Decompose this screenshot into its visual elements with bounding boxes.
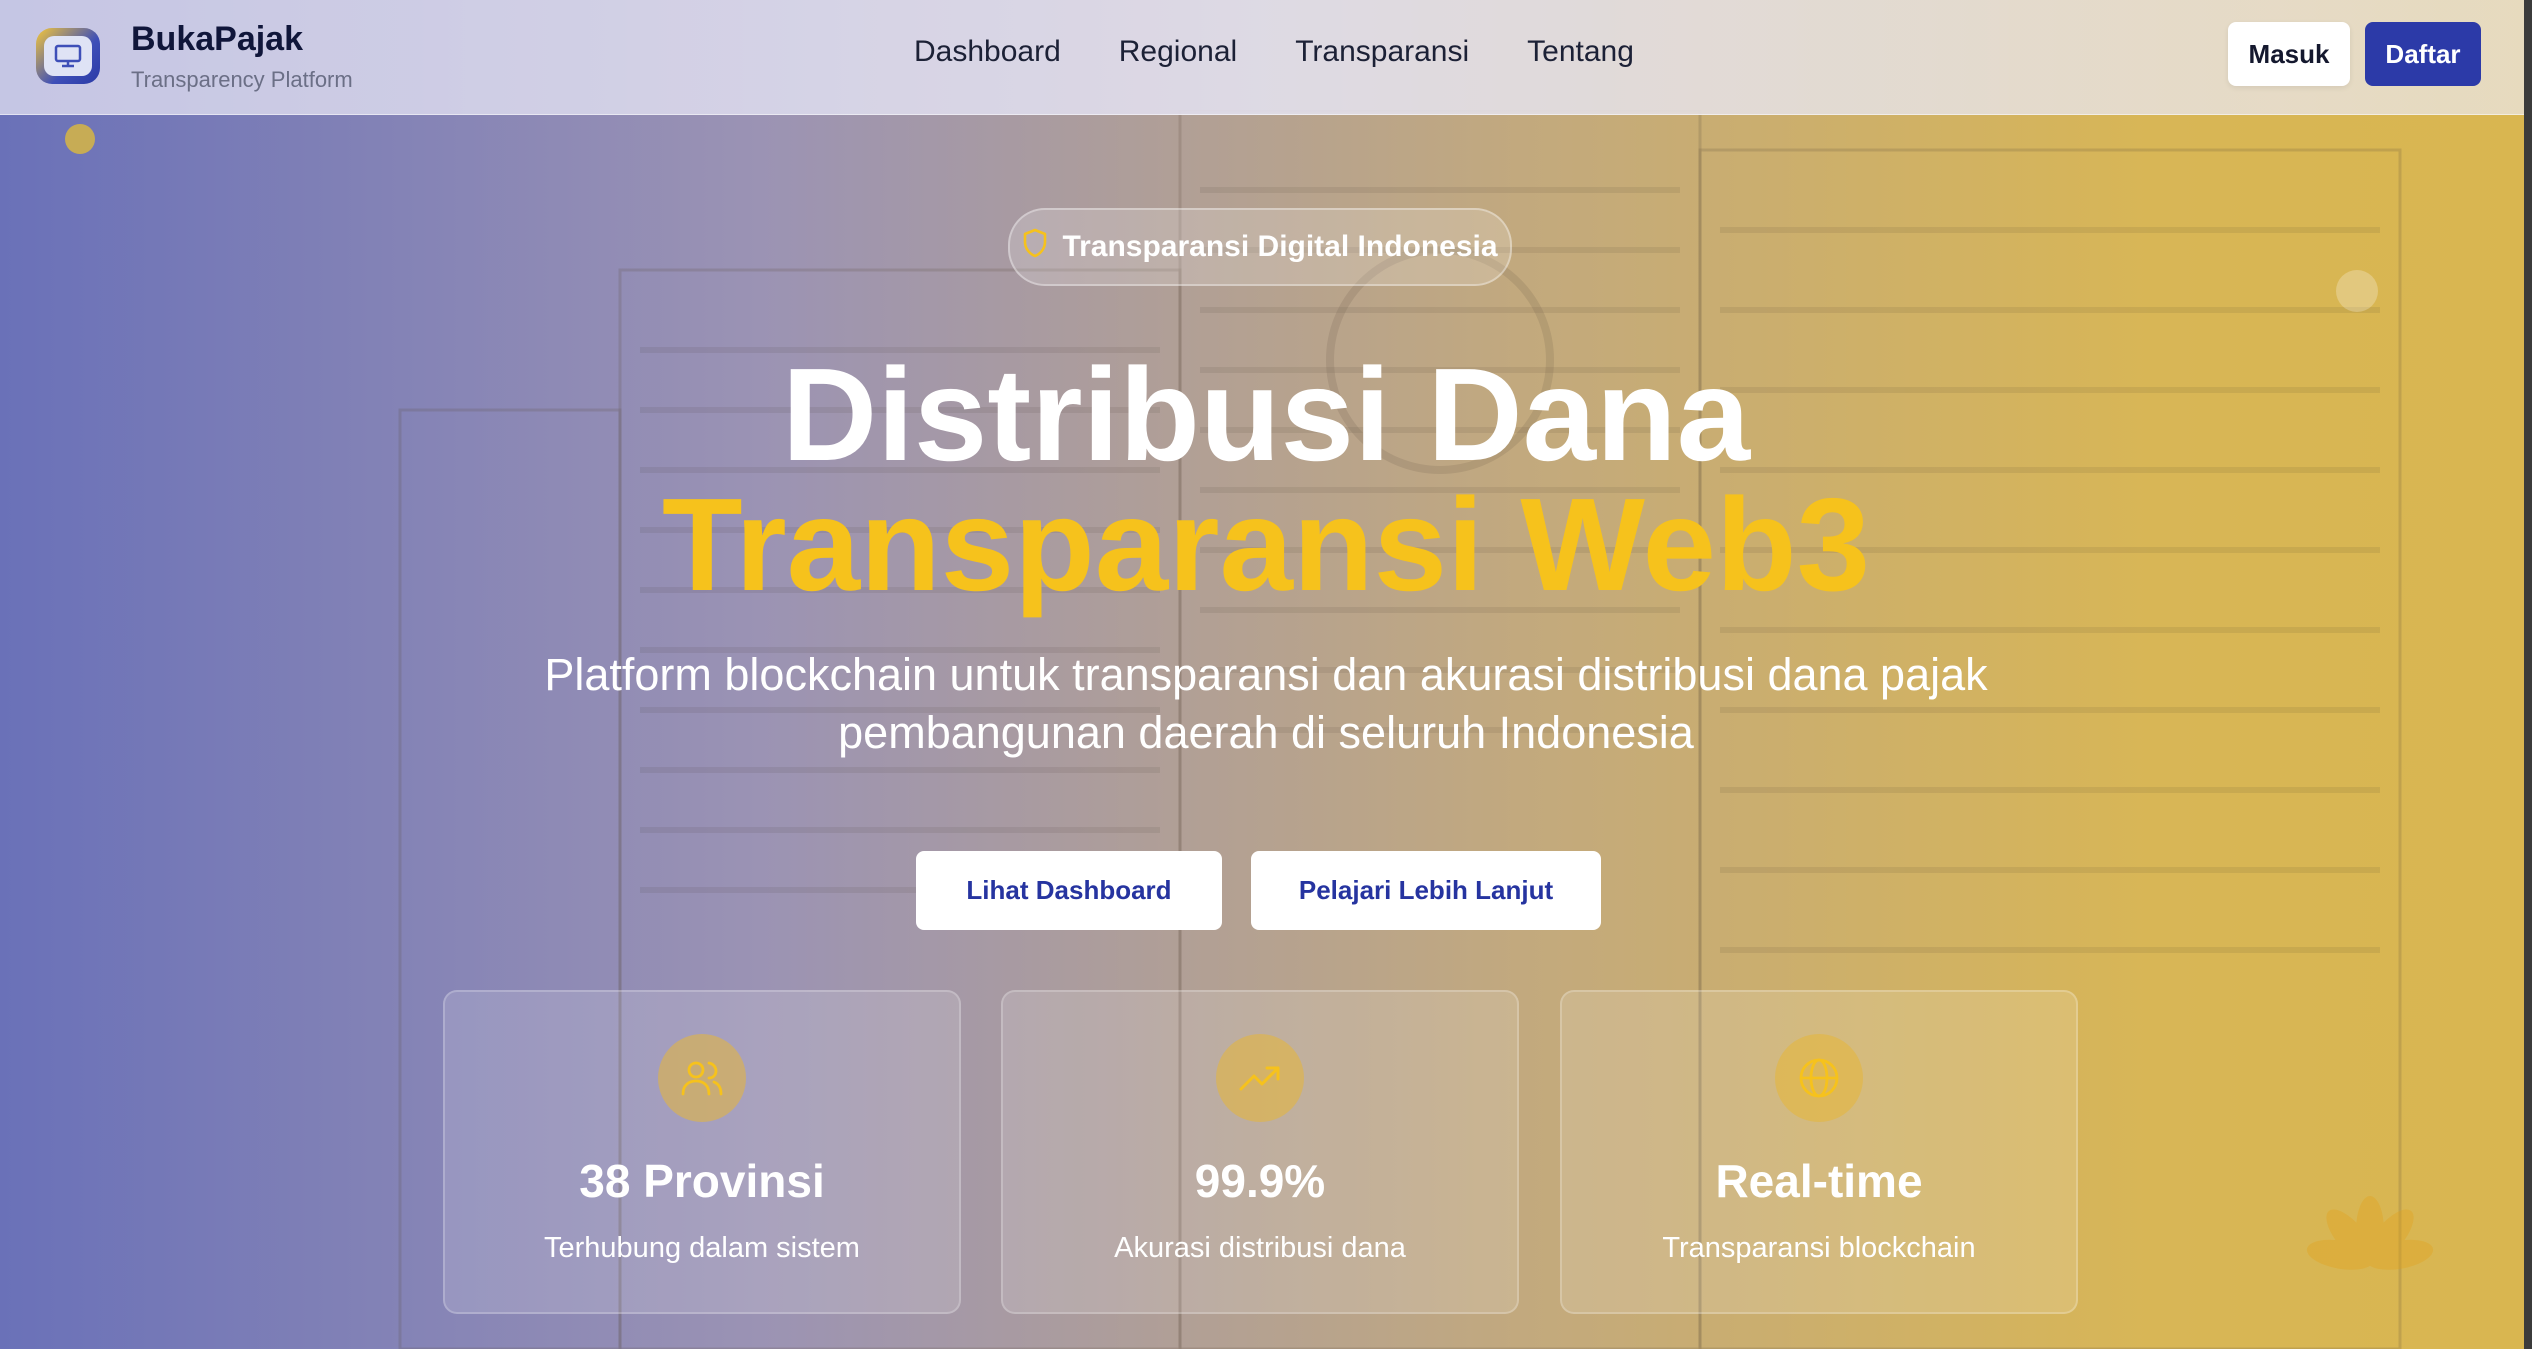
monitor-icon — [44, 36, 92, 76]
scrollbar[interactable] — [2524, 0, 2532, 1349]
hero-badge: Transparansi Digital Indonesia — [1008, 208, 1512, 286]
stat-label: Terhubung dalam sistem — [544, 1232, 860, 1264]
stat-label: Transparansi blockchain — [1662, 1232, 1976, 1264]
top-navbar: BukaPajak Transparency Platform Dashboar… — [0, 0, 2524, 115]
brand-name[interactable]: BukaPajak — [131, 20, 303, 59]
stat-label: Akurasi distribusi dana — [1114, 1232, 1406, 1264]
hero-badge-label: Transparansi Digital Indonesia — [1062, 230, 1498, 263]
nav-link-transparansi[interactable]: Transparansi — [1295, 35, 1469, 69]
hero-title-line1: Distribusi Dana — [781, 341, 1751, 488]
view-dashboard-button[interactable]: Lihat Dashboard — [916, 851, 1222, 930]
watermark-logo — [2306, 1196, 2434, 1270]
stat-value: Real-time — [1715, 1155, 1923, 1207]
nav-link-regional[interactable]: Regional — [1119, 35, 1237, 69]
stat-value: 38 Provinsi — [579, 1155, 825, 1207]
stat-card-accuracy: 99.9% Akurasi distribusi dana — [1001, 990, 1519, 1314]
stat-card-realtime: Real-time Transparansi blockchain — [1560, 990, 2078, 1314]
learn-more-button[interactable]: Pelajari Lebih Lanjut — [1251, 851, 1601, 930]
globe-icon — [1775, 1034, 1863, 1122]
nav-link-tentang[interactable]: Tentang — [1527, 35, 1634, 69]
hero-subtitle: Platform blockchain untuk transparansi d… — [544, 649, 1988, 758]
stat-card-provinces: 38 Provinsi Terhubung dalam sistem — [443, 990, 961, 1314]
main-nav: Dashboard Regional Transparansi Tentang — [914, 35, 1692, 69]
trending-up-icon — [1216, 1034, 1304, 1122]
nav-link-dashboard[interactable]: Dashboard — [914, 35, 1061, 69]
brand-subtitle: Transparency Platform — [131, 67, 353, 92]
login-button[interactable]: Masuk — [2228, 22, 2350, 86]
users-icon — [658, 1034, 746, 1122]
hero-title-line2: Transparansi Web3 — [661, 471, 1871, 618]
brand-logo[interactable] — [36, 28, 100, 84]
decorative-dot — [2336, 270, 2378, 312]
shield-icon — [1022, 228, 1048, 266]
decorative-dot — [65, 124, 95, 154]
stat-value: 99.9% — [1194, 1155, 1326, 1207]
register-button[interactable]: Daftar — [2365, 22, 2481, 86]
